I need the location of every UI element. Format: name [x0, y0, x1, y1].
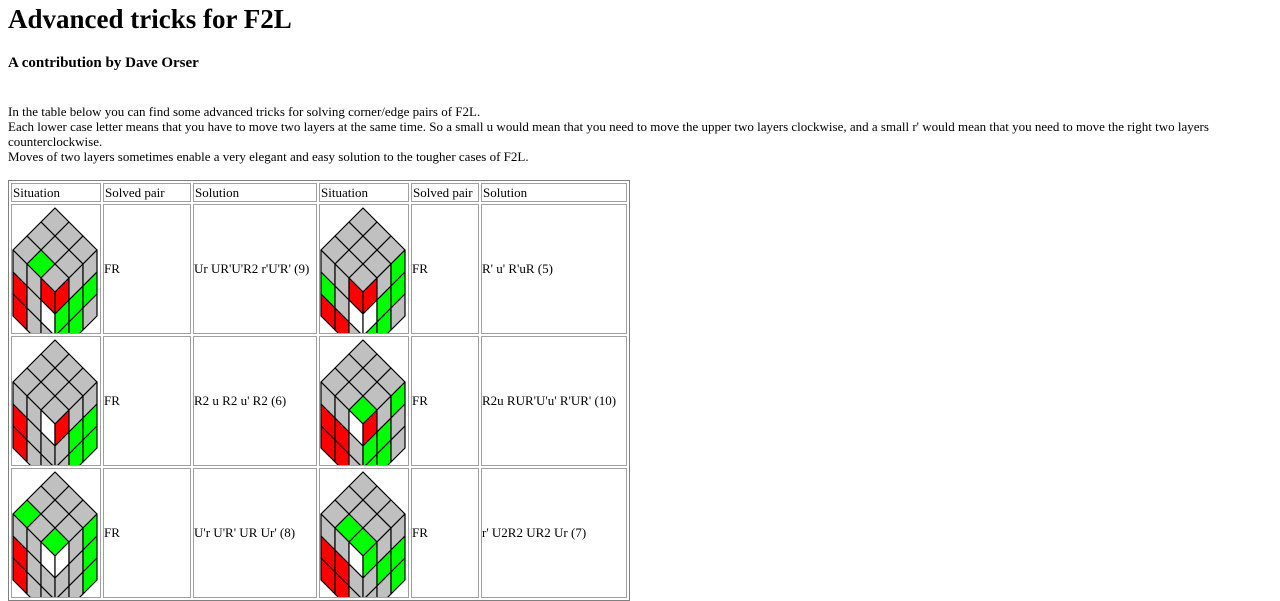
cube-diagram [12, 207, 98, 333]
solution-cell: r' U2R2 UR2 Ur (7) [481, 468, 627, 598]
table-row: FR R2 u R2 u' R2 (6) FR R2u RUR'U'u' R'U… [11, 336, 627, 466]
f2l-table: Situation Solved pair Solution Situation… [8, 180, 630, 601]
solution-cell: R2 u R2 u' R2 (6) [193, 336, 317, 466]
header-solution: Solution [481, 183, 627, 202]
cube-diagram [320, 339, 406, 465]
solved-pair-cell: FR [103, 204, 191, 334]
intro-line-3: Moves of two layers sometimes enable a v… [8, 149, 529, 164]
situation-cell [11, 204, 101, 334]
page-subtitle: A contribution by Dave Orser [8, 55, 199, 71]
header-solved-pair: Solved pair [103, 183, 191, 202]
solution-cell: R2u RUR'U'u' R'UR' (10) [481, 336, 627, 466]
cube-diagram [320, 207, 406, 333]
situation-cell [319, 336, 409, 466]
solved-pair-cell: FR [103, 468, 191, 598]
cube-diagram [320, 471, 406, 597]
cube-diagram [12, 339, 98, 465]
header-solved-pair: Solved pair [411, 183, 479, 202]
solution-cell: U'r U'R' UR Ur' (8) [193, 468, 317, 598]
table-header-row: Situation Solved pair Solution Situation… [11, 183, 627, 202]
intro-line-2: Each lower case letter means that you ha… [8, 119, 1209, 149]
solved-pair-cell: FR [411, 204, 479, 334]
situation-cell [319, 468, 409, 598]
table-row: FR U'r U'R' UR Ur' (8) FR r' U2R2 UR2 Ur… [11, 468, 627, 598]
header-situation: Situation [319, 183, 409, 202]
solution-cell: Ur UR'U'R2 r'U'R' (9) [193, 204, 317, 334]
intro-line-1: In the table below you can find some adv… [8, 104, 481, 119]
solved-pair-cell: FR [411, 468, 479, 598]
situation-cell [11, 468, 101, 598]
situation-cell [319, 204, 409, 334]
solved-pair-cell: FR [411, 336, 479, 466]
solution-cell: R' u' R'uR (5) [481, 204, 627, 334]
solved-pair-cell: FR [103, 336, 191, 466]
table-row: FR Ur UR'U'R2 r'U'R' (9) FR R' u' R'uR (… [11, 204, 627, 334]
intro-text: In the table below you can find some adv… [8, 104, 1270, 164]
header-solution: Solution [193, 183, 317, 202]
cube-diagram [12, 471, 98, 597]
header-situation: Situation [11, 183, 101, 202]
page: Advanced tricks for F2L A contribution b… [0, 4, 1280, 601]
page-title: Advanced tricks for F2L [8, 4, 292, 34]
situation-cell [11, 336, 101, 466]
